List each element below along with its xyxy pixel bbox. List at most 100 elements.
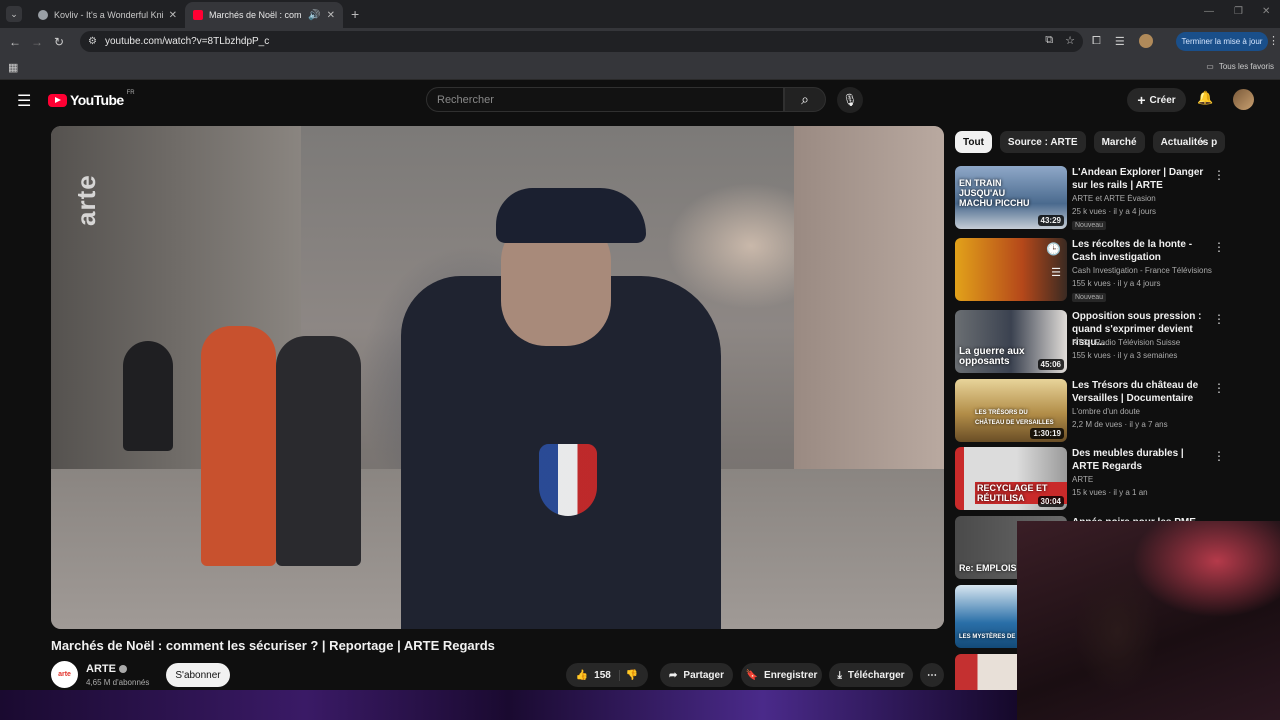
close-icon[interactable]: ✕ — [169, 10, 177, 21]
duration-badge: 1:30:19 — [1030, 428, 1064, 439]
restore-icon[interactable]: ❐ — [1234, 6, 1243, 17]
browser-tab-bar: ⌄ Kovliv - It's a Wonderful Knife ( ✕ Ma… — [0, 0, 1280, 28]
thumbs-up-icon: 👍 — [575, 669, 589, 681]
subscribe-button[interactable]: S'abonner — [166, 663, 230, 687]
share-icon: ➦ — [669, 669, 678, 681]
site-info-icon[interactable]: ⚙ — [88, 36, 97, 47]
video-title: Marchés de Noël : comment les sécuriser … — [51, 638, 495, 653]
kebab-menu-icon[interactable]: ⋮ — [1213, 240, 1225, 254]
video-thumbnail[interactable]: RECYCLAGE ET RÉUTILISA 30:04 — [955, 447, 1067, 510]
chip-tout[interactable]: Tout — [955, 131, 992, 153]
tab-title: Marchés de Noël : commer — [209, 10, 302, 20]
queue-icon: ☰ — [1051, 267, 1061, 279]
share-button[interactable]: ➦ Partager — [660, 663, 733, 687]
verified-icon — [118, 665, 127, 674]
recommendation-item[interactable]: RECYCLAGE ET RÉUTILISA 30:04 Des meubles… — [955, 447, 1275, 513]
kebab-menu-icon[interactable]: ⋮ — [1213, 449, 1225, 463]
chevron-right-icon[interactable]: › — [1200, 134, 1204, 149]
chip-marche[interactable]: Marché — [1093, 131, 1145, 153]
download-icon: ⤓ — [837, 669, 842, 681]
video-scene-person — [201, 326, 276, 566]
window-close-icon[interactable]: ✕ — [1262, 6, 1270, 17]
recommendation-channel[interactable]: RTS - Radio Télévision Suisse — [1072, 338, 1222, 347]
install-app-icon[interactable]: ⧉ — [1045, 34, 1053, 47]
youtube-masthead: ☰ YouTube FR Rechercher ⌕ 🎙 + Créer 🔔 — [0, 80, 1280, 120]
recommendation-channel[interactable]: L'ombre d'un doute — [1072, 407, 1222, 416]
browser-tab-2[interactable]: Marchés de Noël : commer 🔊 ✕ — [185, 2, 343, 28]
address-bar-row: ← → ↻ ⚙ youtube.com/watch?v=8TLbzhdpP_c … — [0, 28, 1280, 55]
thumbnail-caption: EN TRAIN JUSQU'AU MACHU PICCHU — [959, 178, 1030, 208]
duration-badge: 45:06 — [1037, 359, 1064, 370]
search-button[interactable]: ⌕ — [784, 87, 826, 112]
recommendation-meta: 155 k vues · il y a 3 semaines — [1072, 351, 1178, 360]
recommendation-meta: 25 k vues · il y a 4 jours — [1072, 207, 1157, 216]
kebab-menu-icon[interactable]: ⋮ — [1213, 381, 1225, 395]
save-button[interactable]: 🔖 Enregistrer — [741, 663, 822, 687]
thumbs-down-icon[interactable]: 👎 — [626, 670, 638, 681]
create-label: Créer — [1149, 94, 1176, 106]
speaker-icon[interactable]: 🔊 — [308, 10, 320, 21]
tab-search-button[interactable]: ⌄ — [6, 6, 22, 22]
video-player[interactable]: arte — [51, 126, 944, 629]
filter-chips: Tout Source : ARTE Marché Actualités p — [955, 131, 1226, 153]
chip-actualites[interactable]: Actualités p — [1152, 131, 1226, 153]
reload-icon[interactable]: ↻ — [48, 35, 70, 49]
more-actions-button[interactable]: ⋯ — [920, 663, 944, 687]
kebab-menu-icon[interactable]: ⋮ — [1213, 312, 1225, 326]
minimize-icon[interactable]: — — [1204, 6, 1214, 17]
channel-avatar[interactable]: arte — [51, 661, 78, 688]
url-field[interactable]: ⚙ youtube.com/watch?v=8TLbzhdpP_c ⧉ ☆ — [80, 31, 1083, 52]
recommendation-channel[interactable]: ARTE — [1072, 475, 1222, 484]
update-button[interactable]: Terminer la mise à jour — [1176, 32, 1268, 51]
like-dislike-group: 👍 158 👎 — [566, 663, 648, 687]
like-count: 158 — [594, 669, 611, 681]
recommendation-title: Les récoltes de la honte - Cash investig… — [1072, 239, 1193, 263]
new-badge: Nouveau — [1072, 221, 1107, 230]
chip-source-arte[interactable]: Source : ARTE — [999, 131, 1086, 153]
new-tab-button[interactable]: + — [351, 6, 359, 22]
kebab-menu-icon[interactable]: ⋮ — [1213, 168, 1225, 182]
microphone-icon: 🎙 — [842, 93, 858, 107]
video-thumbnail[interactable]: 🕒 ☰ — [955, 238, 1067, 301]
youtube-logo[interactable]: YouTube FR — [48, 90, 135, 108]
search-placeholder: Rechercher — [437, 93, 494, 106]
new-badge: Nouveau — [1072, 293, 1107, 302]
recommendation-item[interactable]: La guerre aux opposants 45:06 Opposition… — [955, 310, 1275, 376]
recommendation-item[interactable]: EN TRAIN JUSQU'AU MACHU PICCHU 43:29 L'A… — [955, 166, 1275, 232]
video-scene-flag-patch — [539, 444, 597, 516]
recommendation-channel[interactable]: ARTE et ARTE Évasion — [1072, 194, 1222, 203]
create-button[interactable]: + Créer — [1127, 88, 1186, 112]
close-icon[interactable]: ✕ — [327, 10, 335, 21]
all-bookmarks-button[interactable]: ▭ Tous les favoris — [1206, 62, 1274, 71]
voice-search-button[interactable]: 🎙 — [837, 87, 863, 113]
browser-tab-1[interactable]: Kovliv - It's a Wonderful Knife ( ✕ — [30, 2, 185, 28]
search-icon: ⌕ — [801, 91, 809, 107]
bookmark-star-icon[interactable]: ☆ — [1065, 34, 1075, 47]
recommendation-item[interactable]: LES TRÉSORS DU CHÂTEAU DE VERSAILLES 1:3… — [955, 379, 1275, 445]
reading-list-icon[interactable]: ☰ — [1115, 35, 1125, 48]
apps-grid-icon[interactable]: ▦ — [8, 61, 18, 74]
folder-icon: ▭ — [1206, 62, 1214, 71]
channel-name[interactable]: ARTE — [86, 663, 127, 675]
search-input[interactable]: Rechercher — [426, 87, 784, 112]
profile-avatar[interactable] — [1138, 34, 1153, 48]
recommendation-title: L'Andean Explorer | Danger sur les rails… — [1072, 167, 1204, 191]
forward-icon[interactable]: → — [26, 35, 48, 49]
like-button[interactable]: 👍 158 — [575, 669, 620, 681]
video-thumbnail[interactable]: La guerre aux opposants 45:06 — [955, 310, 1067, 373]
account-avatar[interactable] — [1233, 89, 1254, 110]
menu-icon[interactable]: ☰ — [17, 91, 31, 111]
tab-title: Kovliv - It's a Wonderful Knife ( — [54, 10, 163, 20]
recommendation-item[interactable]: 🕒 ☰ Les récoltes de la honte - Cash inve… — [955, 238, 1275, 304]
duration-badge: 30:04 — [1037, 496, 1064, 507]
video-thumbnail[interactable]: EN TRAIN JUSQU'AU MACHU PICCHU 43:29 — [955, 166, 1067, 229]
youtube-play-icon — [48, 93, 67, 107]
download-button[interactable]: ⤓ Télécharger — [829, 663, 913, 687]
menu-dots-icon[interactable]: ⋮ — [1268, 34, 1279, 47]
extensions-icon[interactable]: ⧠ — [1092, 35, 1101, 48]
back-icon[interactable]: ← — [4, 35, 26, 49]
video-thumbnail[interactable]: LES TRÉSORS DU CHÂTEAU DE VERSAILLES 1:3… — [955, 379, 1067, 442]
notifications-bell-icon[interactable]: 🔔 — [1197, 90, 1213, 106]
recommendation-channel[interactable]: Cash Investigation - France Télévisions — [1072, 266, 1222, 275]
more-dots-icon: ⋯ — [927, 669, 937, 681]
